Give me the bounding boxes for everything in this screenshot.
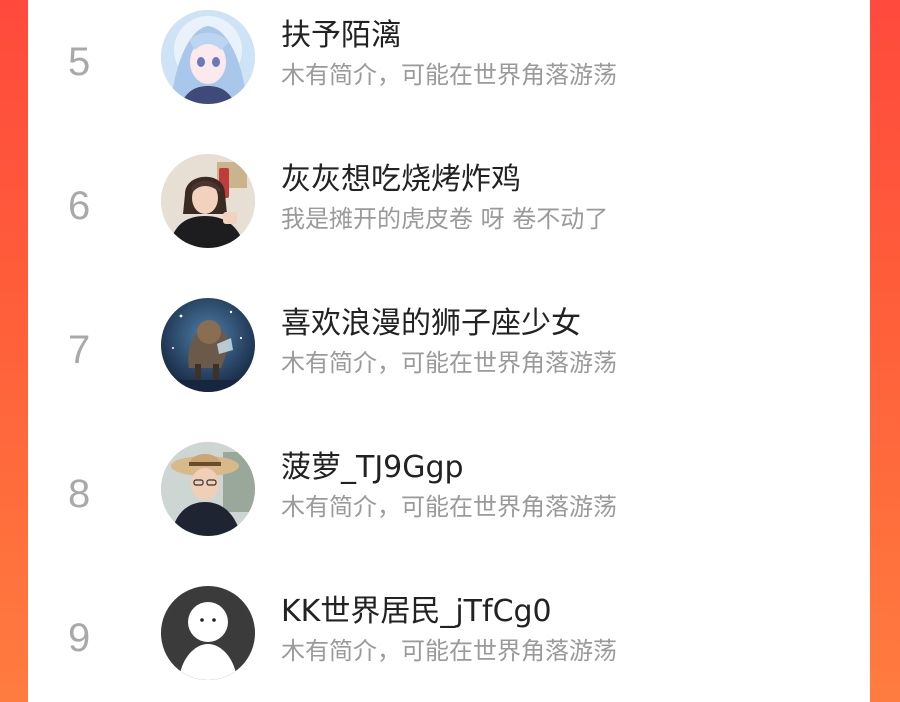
default-user-avatar-icon[interactable] xyxy=(161,586,255,680)
user-name: KK世界居民_jTfCg0 xyxy=(281,594,552,629)
user-name: 菠萝_TJ9Ggp xyxy=(281,450,464,485)
list-item[interactable]: 8 菠萝_TJ9Ggp 木有简介，可能在世界角落游荡 xyxy=(28,432,870,552)
user-bio: 木有简介，可能在世界角落游荡 xyxy=(281,61,617,89)
list-item[interactable]: 7 喜欢浪漫的狮子座少女 木有简介，可能在世界角落游荡 xyxy=(28,288,870,408)
rank-number: 8 xyxy=(68,472,91,516)
user-bio: 木有简介，可能在世界角落游荡 xyxy=(281,637,617,665)
anime-girl-avatar-icon[interactable] xyxy=(161,10,255,104)
list-item[interactable]: 6 灰灰想吃烧烤炸鸡 我是摊开的虎皮卷 呀 卷不动了 xyxy=(28,144,870,264)
woman-sunhat-avatar-icon[interactable] xyxy=(161,442,255,536)
rank-number: 6 xyxy=(68,184,91,228)
rank-number: 7 xyxy=(68,328,91,372)
user-bio: 木有简介，可能在世界角落游荡 xyxy=(281,493,617,521)
lion-constellation-avatar-icon[interactable] xyxy=(161,298,255,392)
user-name: 喜欢浪漫的狮子座少女 xyxy=(281,306,581,341)
list-item[interactable]: 5 扶予陌漓 木有简介，可能在世界角落游荡 xyxy=(28,0,870,120)
ranking-list-card: 5 扶予陌漓 木有简介，可能在世界角落游荡 6 灰灰想吃烧烤炸鸡 我是摊开的虎皮… xyxy=(28,0,870,702)
selfie-photo-avatar-icon[interactable] xyxy=(161,154,255,248)
user-name: 扶予陌漓 xyxy=(281,18,401,53)
rank-number: 5 xyxy=(68,40,91,84)
user-bio: 木有简介，可能在世界角落游荡 xyxy=(281,349,617,377)
user-bio: 我是摊开的虎皮卷 呀 卷不动了 xyxy=(281,205,609,233)
rank-number: 9 xyxy=(68,616,91,660)
user-name: 灰灰想吃烧烤炸鸡 xyxy=(281,162,521,197)
list-item[interactable]: 9 KK世界居民_jTfCg0 木有简介，可能在世界角落游荡 xyxy=(28,576,870,696)
